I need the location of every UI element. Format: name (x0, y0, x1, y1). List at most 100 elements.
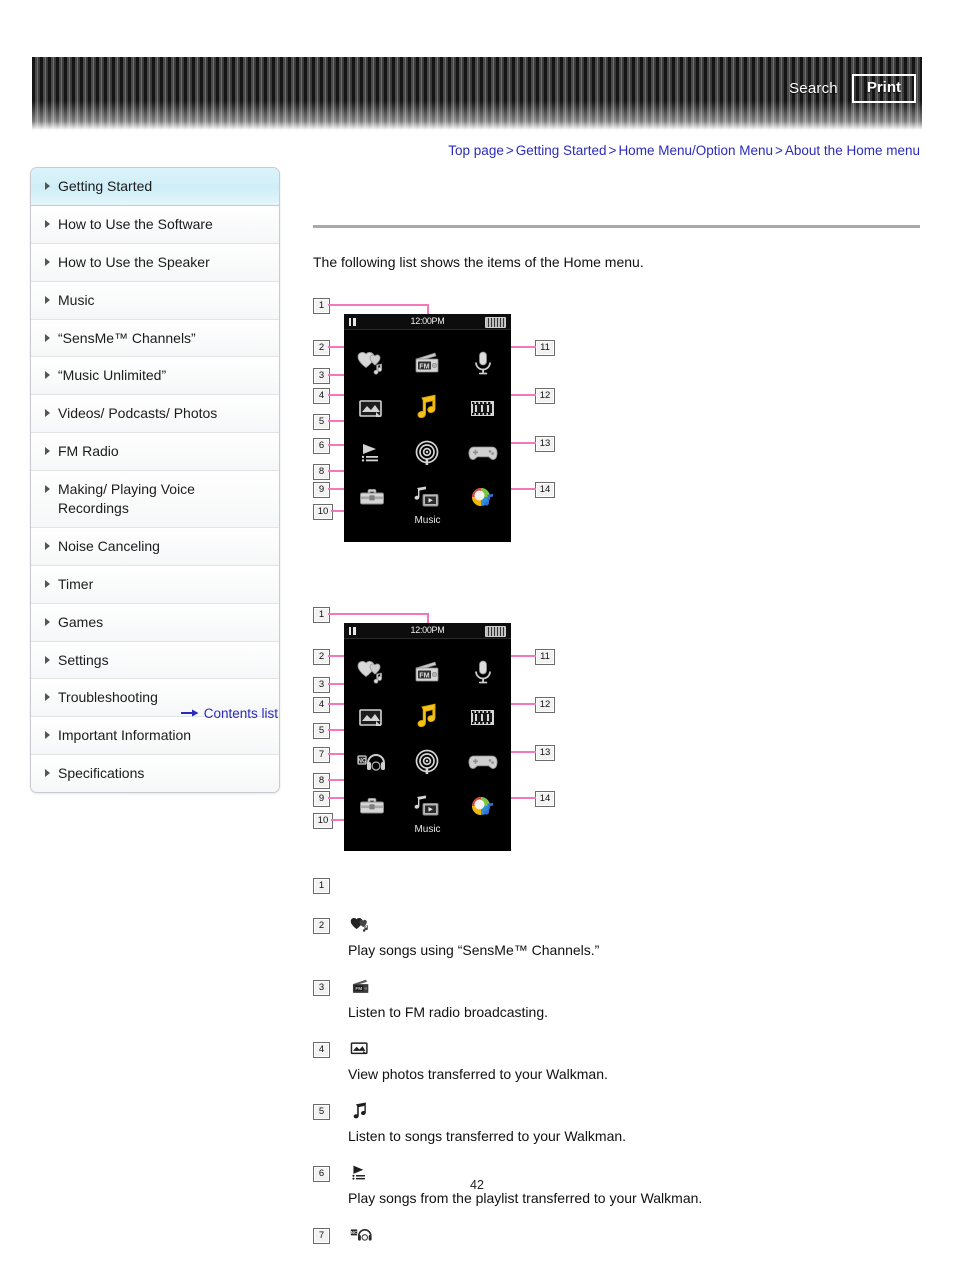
gamepad-icon (468, 446, 498, 460)
home-icon-fm-radio[interactable]: FM (403, 342, 451, 384)
home-icon-music-unlimited[interactable] (403, 741, 451, 783)
legend-entry-2: 2 Play songs using “SensMe™ Channels.” (313, 914, 920, 958)
home-grid-row (344, 694, 511, 739)
callout-10: 10 (313, 504, 333, 520)
contents-list-link[interactable]: Contents list (30, 705, 278, 721)
breadcrumb-item-getting-started[interactable]: Getting Started (516, 143, 607, 158)
page-header-banner: Search Print (32, 57, 922, 130)
chevron-right-icon (45, 731, 50, 740)
colorful-orb-icon (472, 796, 494, 815)
chevron-right-icon (45, 409, 50, 418)
home-menu-figure-2: 1 2 3 4 5 7 8 9 10 11 12 13 14 12:00PM F… (313, 607, 573, 852)
callout-3: 3 (313, 677, 330, 693)
chevron-right-icon (45, 257, 50, 266)
home-grid-row (344, 385, 511, 430)
callout-5: 5 (313, 723, 330, 739)
home-icon-sensme-app[interactable] (459, 786, 507, 828)
callout-14: 14 (535, 791, 555, 807)
sidebar-item-noise-canceling[interactable]: Noise Canceling (31, 527, 279, 566)
svg-text:FM: FM (420, 361, 430, 370)
sidebar-item-sensme-channels[interactable]: “SensMe™ Channels” (31, 319, 279, 358)
home-icon-settings[interactable] (348, 786, 396, 828)
sidebar-item-how-to-use-the-speaker[interactable]: How to Use the Speaker (31, 243, 279, 282)
search-link[interactable]: Search (789, 80, 838, 97)
home-icon-music-player[interactable] (403, 696, 451, 738)
callout-7: 7 (313, 747, 330, 763)
callout-11: 11 (535, 649, 555, 665)
contents-list-label: Contents list (203, 705, 278, 721)
home-icon-photos[interactable] (348, 387, 396, 429)
sidebar-item-making-playing-voice-recordings[interactable]: Making/ Playing Voice Recordings (31, 471, 279, 528)
sidebar-item-important-information[interactable]: Important Information (31, 717, 279, 756)
home-icon-voice-recording[interactable] (459, 651, 507, 693)
sidebar-item-label: How to Use the Software (58, 215, 213, 232)
walkman-home-screen: 12:00PM (344, 623, 511, 851)
chevron-right-icon (45, 295, 50, 304)
legend-entry-1: 1 (313, 874, 920, 896)
sidebar-item-label: Making/ Playing Voice Recordings (58, 481, 195, 517)
battery-icon (485, 626, 506, 637)
home-icon-caption: Music (414, 515, 441, 526)
home-icon-sensme-app[interactable] (459, 477, 507, 519)
home-icon-playlists[interactable] (348, 432, 396, 474)
sidebar-item-settings[interactable]: Settings (31, 641, 279, 680)
chevron-right-icon (45, 371, 50, 380)
print-button[interactable]: Print (851, 73, 916, 103)
legend-description: Listen to songs transferred to your Walk… (348, 1128, 627, 1144)
legend-row: 2 (313, 914, 920, 936)
sidebar-item-fm-radio[interactable]: FM Radio (31, 433, 279, 472)
film-strip-icon (471, 400, 495, 416)
home-icon-settings[interactable] (348, 477, 396, 519)
chevron-right-icon (45, 769, 50, 778)
home-icon-sensme-channels[interactable] (348, 342, 396, 384)
fm-radio-icon: FM (415, 661, 439, 681)
callout-line (328, 613, 428, 615)
callout-13: 13 (535, 745, 555, 761)
home-icon-music-unlimited[interactable] (403, 432, 451, 474)
sidebar-item-timer[interactable]: Timer (31, 565, 279, 604)
callout-1: 1 (313, 607, 330, 623)
home-icon-noise-canceling[interactable]: NC (348, 741, 396, 783)
home-icon-games[interactable] (459, 432, 507, 474)
microphone-icon (475, 660, 492, 683)
legend-entry-7: 7 NC (313, 1224, 920, 1246)
callout-4: 4 (313, 697, 330, 713)
callout-2: 2 (313, 649, 330, 665)
battery-icon (485, 317, 506, 328)
sidebar-item-how-to-use-the-software[interactable]: How to Use the Software (31, 205, 279, 244)
home-icon-photos[interactable] (348, 696, 396, 738)
sidebar-item-music[interactable]: Music (31, 281, 279, 320)
legend-number: 2 (313, 918, 330, 934)
home-icon-fm-radio[interactable]: FM (403, 651, 451, 693)
breadcrumb-item-about-the-home-menu[interactable]: About the Home menu (785, 143, 920, 158)
sidebar-item-getting-started[interactable]: Getting Started (31, 168, 279, 206)
callout-1: 1 (313, 298, 330, 314)
target-circles-icon (416, 749, 439, 774)
photo-icon (350, 1038, 376, 1060)
chevron-right-icon (45, 485, 50, 494)
callout-9: 9 (313, 482, 330, 498)
legend-number: 4 (313, 1042, 330, 1058)
svg-text:NC: NC (351, 1230, 358, 1235)
breadcrumb-item-home-menu-option-menu[interactable]: Home Menu/Option Menu (618, 143, 773, 158)
chevron-right-icon (45, 447, 50, 456)
breadcrumb-item-top-page[interactable]: Top page (448, 143, 504, 158)
home-icon-now-playing[interactable] (403, 477, 451, 519)
home-grid-row: NC (344, 739, 511, 784)
home-icon-voice-recording[interactable] (459, 342, 507, 384)
home-icon-games[interactable] (459, 741, 507, 783)
home-icon-videos[interactable] (459, 696, 507, 738)
chevron-right-icon (45, 333, 50, 342)
home-icon-videos[interactable] (459, 387, 507, 429)
home-icon-now-playing[interactable] (403, 786, 451, 828)
home-icon-sensme-channels[interactable] (348, 651, 396, 693)
sidebar-item-music-unlimited[interactable]: “Music Unlimited” (31, 357, 279, 396)
sensme-heart-icon (357, 351, 382, 375)
sidebar-item-videos-podcasts-photos[interactable]: Videos/ Podcasts/ Photos (31, 395, 279, 434)
sidebar-item-games[interactable]: Games (31, 603, 279, 642)
chevron-right-icon (45, 655, 50, 664)
home-icon-music-player[interactable] (403, 387, 451, 429)
sidebar-item-specifications[interactable]: Specifications (31, 755, 279, 793)
film-strip-icon (471, 709, 495, 725)
callout-10: 10 (313, 813, 333, 829)
